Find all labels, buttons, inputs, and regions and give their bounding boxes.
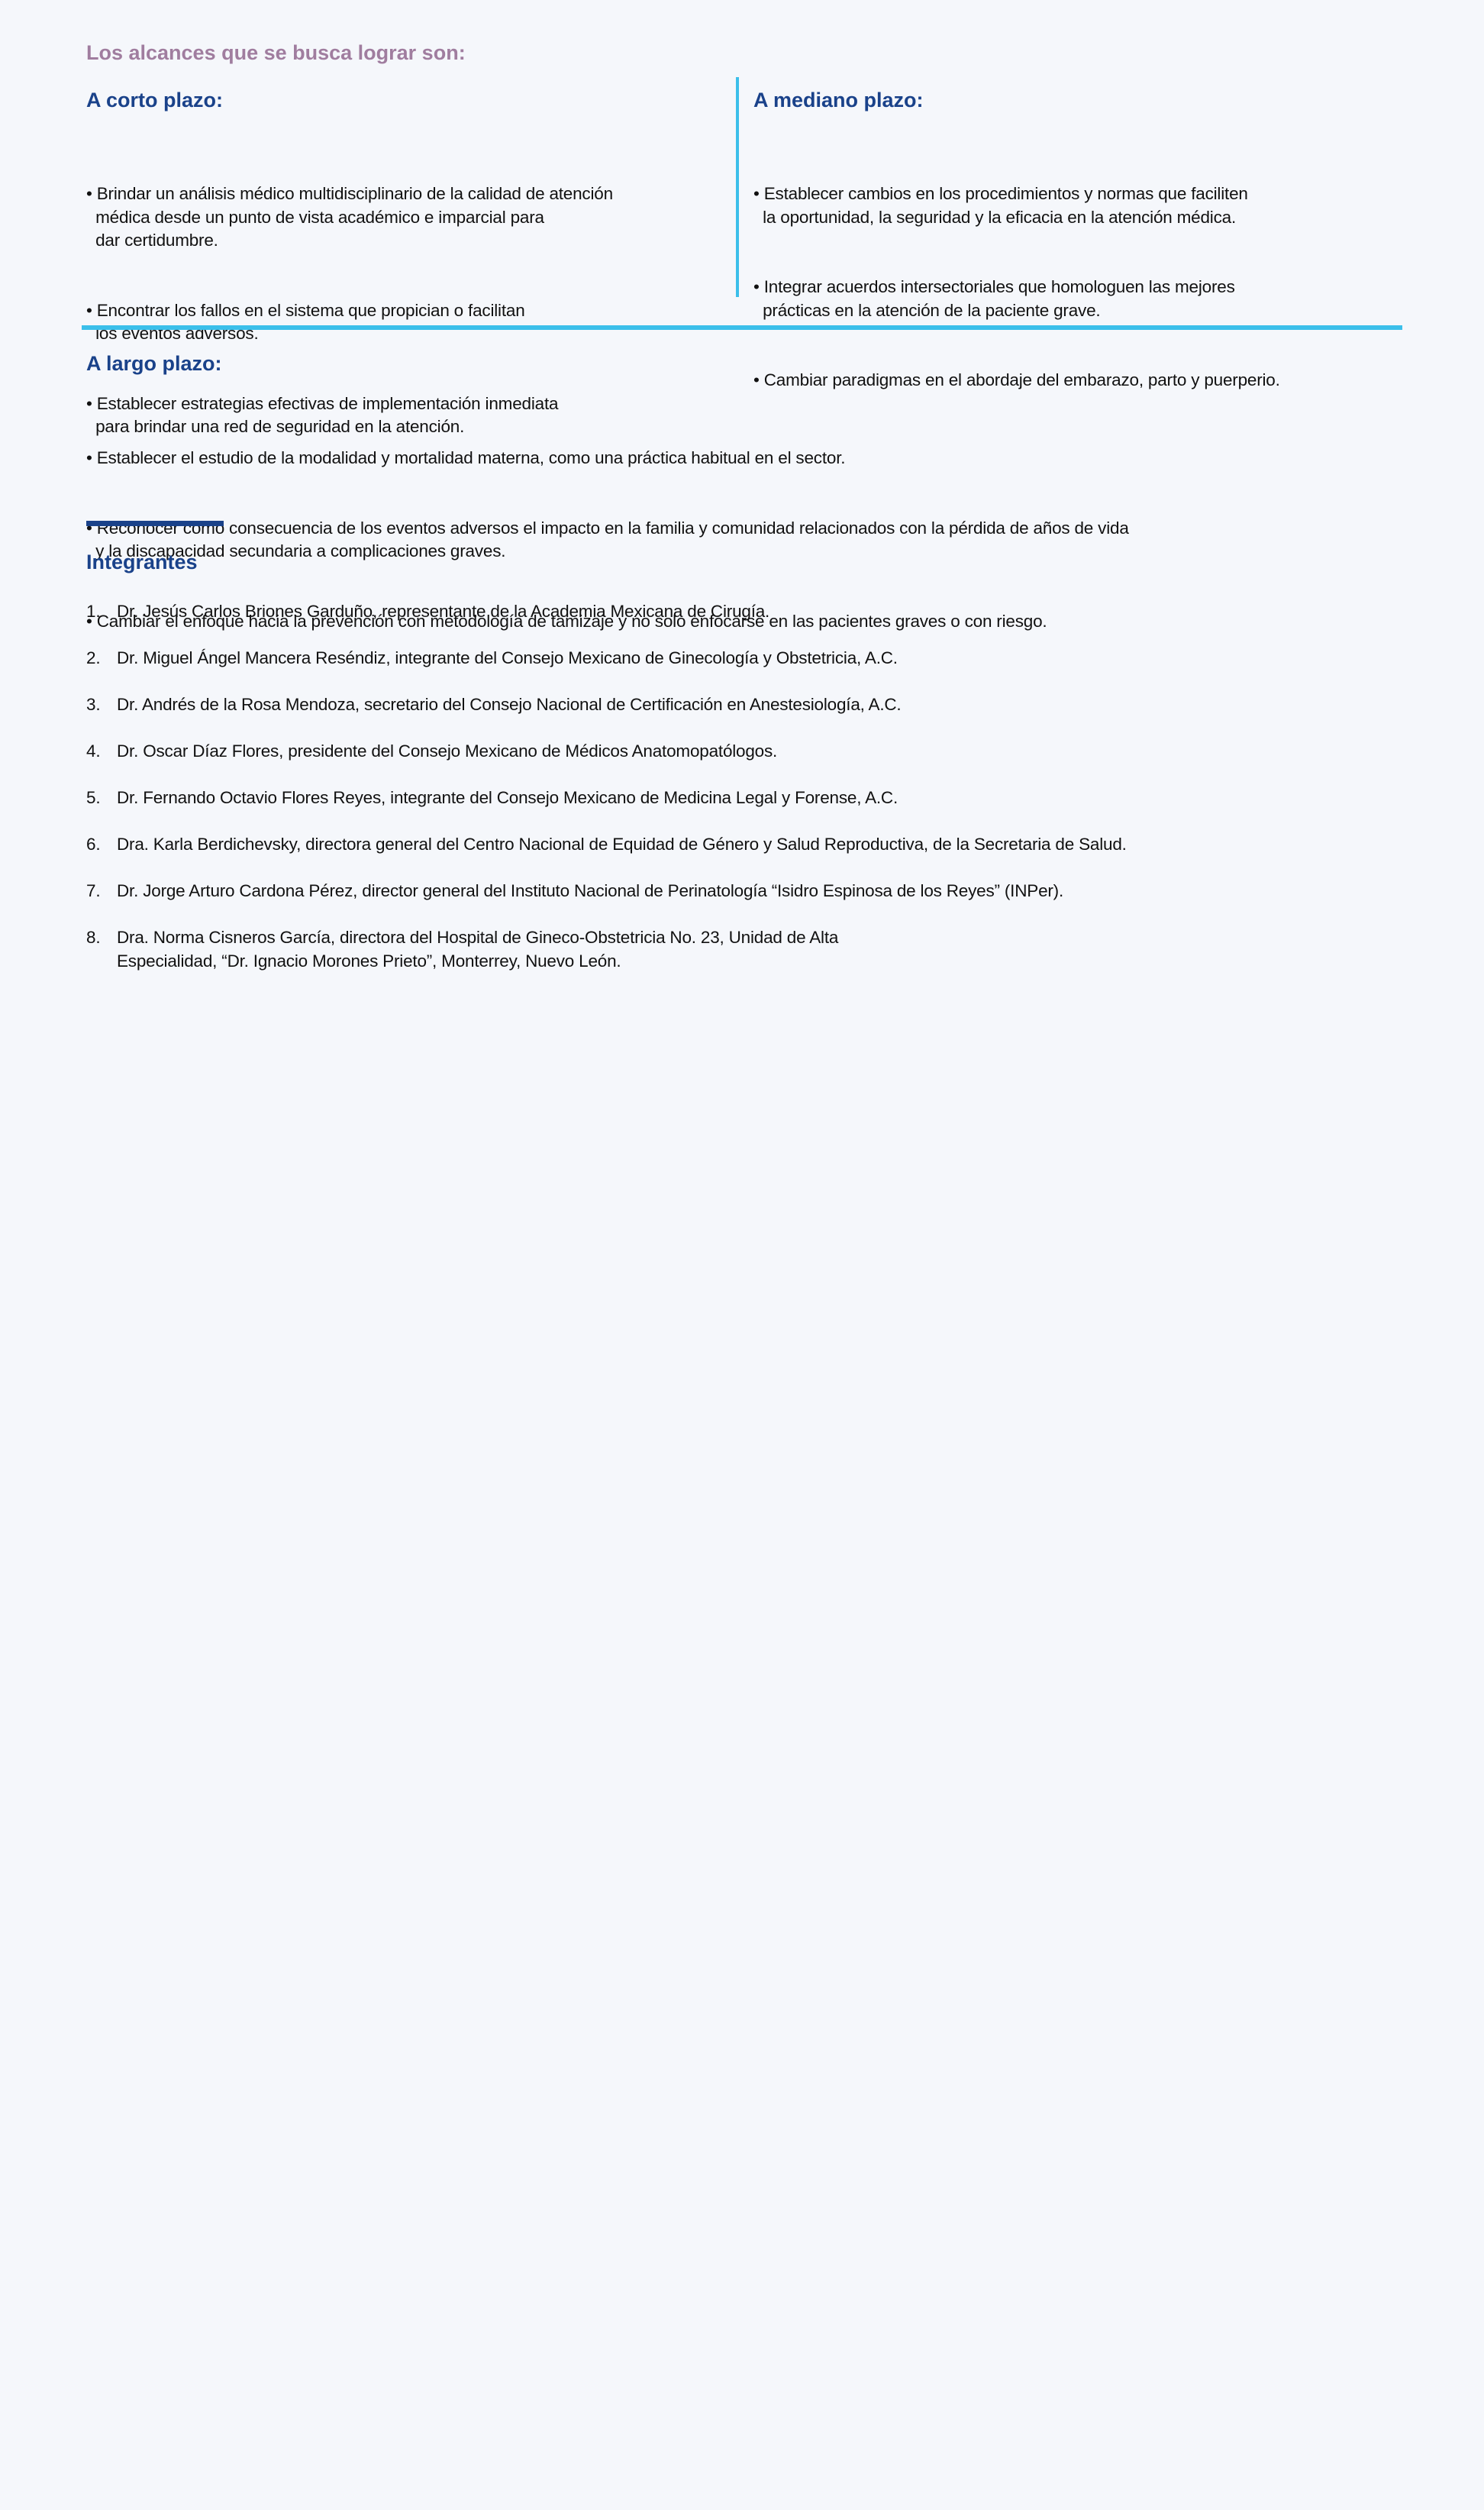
- section-title: Los alcances que se busca lograr son:: [86, 41, 466, 64]
- member-number: 8.: [86, 928, 101, 947]
- long-term-heading: A largo plazo:: [86, 352, 222, 375]
- member-number: 2.: [86, 648, 101, 667]
- member-text: Dr. Jesús Carlos Briones Garduño, repres…: [117, 602, 770, 621]
- member-text: Dr. Oscar Díaz Flores, presidente del Co…: [117, 741, 778, 761]
- members-heading: Integrantes: [86, 551, 198, 573]
- member-text: Dr. Jorge Arturo Cardona Pérez, director…: [117, 881, 1064, 900]
- member-number: 7.: [86, 881, 101, 900]
- member-item: 1. Dr. Jesús Carlos Briones Garduño, repr…: [86, 599, 769, 623]
- short-term-bullet: • Encontrar los fallos en el sistema que…: [86, 300, 525, 344]
- member-item: 2. Dr. Miguel Ángel Mancera Reséndiz, int…: [86, 646, 898, 670]
- member-text: Dra. Norma Cisneros García, directora de…: [117, 928, 839, 971]
- long-term-bullet: • Establecer el estudio de la modalidad …: [86, 448, 846, 467]
- member-text: Dra. Karla Berdichevsky, directora gener…: [117, 835, 1127, 854]
- member-text: Dr. Andrés de la Rosa Mendoza, secretari…: [117, 695, 902, 714]
- member-item: 3. Dr. Andrés de la Rosa Mendoza, secreta…: [86, 693, 902, 716]
- mid-term-list: • Establecer cambios en los procedimient…: [753, 136, 1280, 415]
- member-number: 6.: [86, 835, 101, 854]
- mid-term-bullet: • Cambiar paradigmas en el abordaje del …: [753, 370, 1280, 389]
- member-item: 5. Dr. Fernando Octavio Flores Reyes, int…: [86, 786, 898, 809]
- section-divider: [82, 325, 1402, 330]
- member-item: 4. Dr. Oscar Díaz Flores, presidente del …: [86, 739, 777, 763]
- long-term-bullet: • Reconocer como consecuencia de los eve…: [86, 518, 1129, 561]
- short-term-heading: A corto plazo:: [86, 89, 223, 111]
- mid-term-heading: A mediano plazo:: [753, 89, 924, 111]
- member-item: 7. Dr. Jorge Arturo Cardona Pérez, direct…: [86, 879, 1063, 903]
- mid-term-bullet: • Integrar acuerdos intersectoriales que…: [753, 277, 1235, 320]
- member-text: Dr. Miguel Ángel Mancera Reséndiz, integ…: [117, 648, 898, 667]
- member-number: 4.: [86, 741, 101, 761]
- mid-term-bullet: • Establecer cambios en los procedimient…: [753, 184, 1248, 227]
- heading-accent-bar: [86, 521, 224, 526]
- column-divider: [736, 77, 739, 297]
- member-item: 8. Dra. Norma Cisneros García, directora …: [86, 926, 838, 971]
- member-number: 3.: [86, 695, 101, 714]
- member-item: 6. Dra. Karla Berdichevsky, directora gen…: [86, 832, 1127, 856]
- member-text: Dr. Fernando Octavio Flores Reyes, integ…: [117, 788, 898, 807]
- member-number: 1.: [86, 602, 101, 621]
- short-term-bullet: • Brindar un análisis médico multidiscip…: [86, 184, 613, 250]
- member-number: 5.: [86, 788, 101, 807]
